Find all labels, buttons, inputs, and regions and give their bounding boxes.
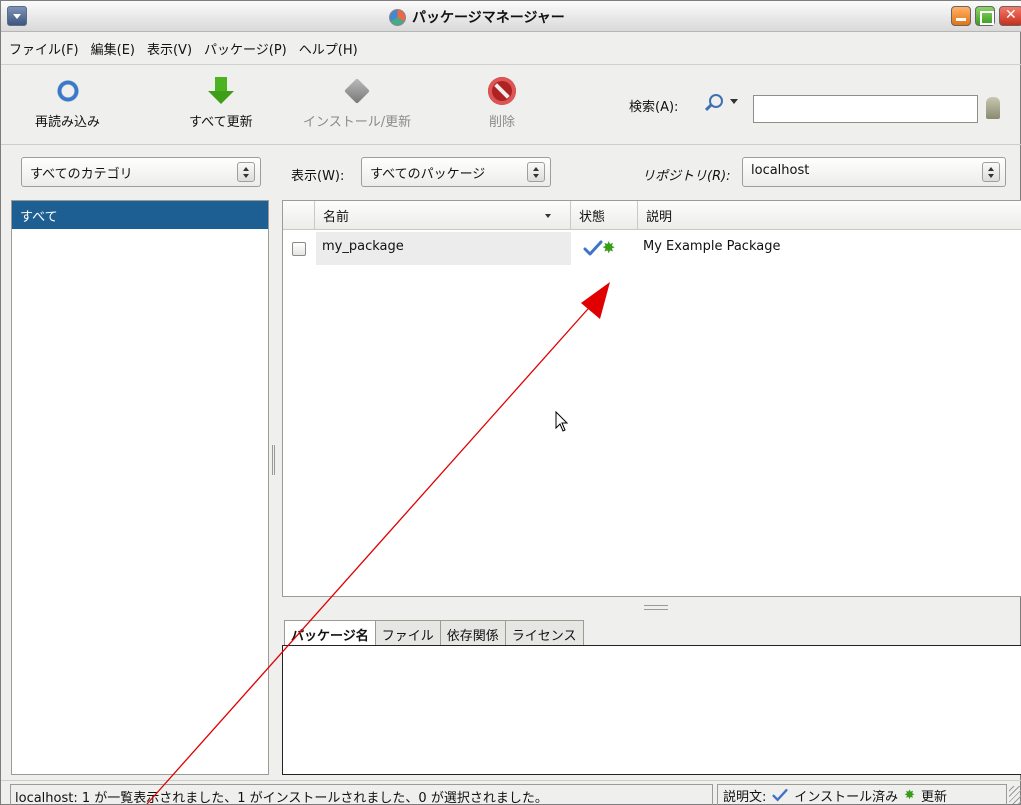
status-legend: 説明文: インストール済み ✸ 更新 <box>717 784 1007 805</box>
category-select-value: すべてのカテゴリ <box>30 167 133 182</box>
repository-label: リポジトリ(R): <box>642 169 731 184</box>
tab-license[interactable]: ライセンス <box>504 620 584 646</box>
close-button[interactable] <box>999 6 1021 26</box>
tab-package-name-label: パッケージ名 <box>291 629 369 644</box>
table-row[interactable]: my_package ✸ My Example Package <box>283 232 1021 265</box>
view-filter-value: すべてのパッケージ <box>370 167 486 182</box>
search-icon[interactable] <box>709 94 723 108</box>
update-all-button[interactable]: すべて更新 <box>189 77 253 130</box>
legend-update-star-icon: ✸ <box>904 787 916 803</box>
legend-update: 更新 <box>921 789 948 805</box>
update-star-icon: ✸ <box>602 238 616 257</box>
column-header-name[interactable]: 名前 <box>315 201 571 230</box>
column-header-check[interactable] <box>283 201 315 230</box>
status-message-text: localhost: 1 が一覧表示されました、1 がインストールされました、0… <box>15 791 548 805</box>
install-update-label: インストール/更新 <box>303 115 412 130</box>
legend-installed-check-icon <box>772 789 788 802</box>
legend-prefix: 説明文: <box>723 789 767 805</box>
package-name-cell: my_package <box>316 232 571 265</box>
package-manager-window: パッケージマネージャー ファイル(F) 編集(E) 表示(V) パッケージ(P)… <box>0 0 1021 805</box>
tab-license-label: ライセンス <box>511 629 577 644</box>
detail-tabs: パッケージ名 ファイル 依存関係 ライセンス <box>284 620 584 647</box>
mouse-cursor-icon <box>555 411 569 432</box>
sort-chevron-down-icon <box>545 214 551 218</box>
repository-select-arrow-icon <box>982 162 1000 182</box>
reload-label: 再読み込み <box>35 115 101 130</box>
menu-help[interactable]: ヘルプ(H) <box>299 39 358 58</box>
resize-grip[interactable] <box>1009 786 1021 804</box>
tab-package-name[interactable]: パッケージ名 <box>284 620 376 647</box>
view-filter-arrow-icon <box>527 162 545 182</box>
search-input[interactable] <box>753 95 978 123</box>
repository-select-value: localhost <box>751 163 810 178</box>
column-header-status[interactable]: 状態 <box>571 201 638 230</box>
legend-installed: インストール済み <box>794 789 899 805</box>
tab-files-label: ファイル <box>381 629 434 644</box>
menu-bar: ファイル(F) 編集(E) 表示(V) パッケージ(P) ヘルプ(H) <box>1 33 1021 65</box>
search-label: 検索(A): <box>629 100 679 115</box>
delete-label: 削除 <box>488 115 515 130</box>
package-description: My Example Package <box>643 239 781 254</box>
update-all-label: すべて更新 <box>189 115 253 130</box>
menu-file[interactable]: ファイル(F) <box>9 39 79 58</box>
reload-button[interactable]: 再読み込み <box>35 77 100 130</box>
window-menu-button[interactable] <box>7 6 27 26</box>
down-arrow-icon <box>207 77 235 105</box>
column-header-description-label: 説明 <box>646 210 673 225</box>
delete-button: 削除 <box>488 77 516 130</box>
reload-icon <box>53 77 82 105</box>
maximize-button[interactable] <box>975 6 995 26</box>
package-list: 名前 状態 説明 my_package ✸ My Example Package <box>282 200 1021 597</box>
pane-splitter-handle[interactable] <box>272 445 275 475</box>
detail-splitter-handle[interactable] <box>282 598 1021 616</box>
category-item-all[interactable]: すべて <box>12 201 268 229</box>
package-checkbox[interactable] <box>292 242 306 256</box>
title-bar[interactable]: パッケージマネージャー <box>1 1 1021 32</box>
window-title-group: パッケージマネージャー <box>389 7 565 27</box>
menu-edit[interactable]: 編集(E) <box>91 39 135 58</box>
detail-pane <box>282 645 1021 775</box>
window-title: パッケージマネージャー <box>412 10 565 26</box>
category-select[interactable]: すべてのカテゴリ <box>21 157 261 187</box>
package-name: my_package <box>322 239 404 254</box>
view-filter-select[interactable]: すべてのパッケージ <box>361 157 551 187</box>
package-table-header: 名前 状態 説明 <box>283 201 1021 230</box>
repository-select[interactable]: localhost <box>742 157 1006 187</box>
package-manager-app-icon <box>389 8 406 26</box>
menu-view[interactable]: 表示(V) <box>147 39 192 58</box>
package-box-icon <box>344 78 370 104</box>
menu-package[interactable]: パッケージ(P) <box>204 39 287 58</box>
column-header-description[interactable]: 説明 <box>638 201 1021 230</box>
column-header-name-label: 名前 <box>323 210 350 225</box>
search-options-chevron-down-icon[interactable] <box>730 99 738 104</box>
column-header-status-label: 状態 <box>579 210 606 225</box>
status-message: localhost: 1 が一覧表示されました、1 がインストールされました、0… <box>10 784 713 805</box>
tab-files[interactable]: ファイル <box>374 620 441 646</box>
delete-icon <box>488 77 516 105</box>
tab-dependencies-label: 依存関係 <box>446 629 499 644</box>
status-bar: localhost: 1 が一覧表示されました、1 がインストールされました、0… <box>1 780 1021 805</box>
tab-dependencies[interactable]: 依存関係 <box>439 620 506 646</box>
category-item-label: すべて <box>20 210 58 225</box>
category-list: すべて <box>11 200 269 775</box>
install-update-button: インストール/更新 <box>303 77 411 130</box>
installed-check-icon <box>583 240 603 256</box>
minimize-button[interactable] <box>951 6 971 26</box>
category-select-arrow-icon <box>237 162 255 182</box>
clear-search-brush-icon[interactable] <box>986 97 1000 119</box>
view-filter-label: 表示(W): <box>291 169 345 184</box>
